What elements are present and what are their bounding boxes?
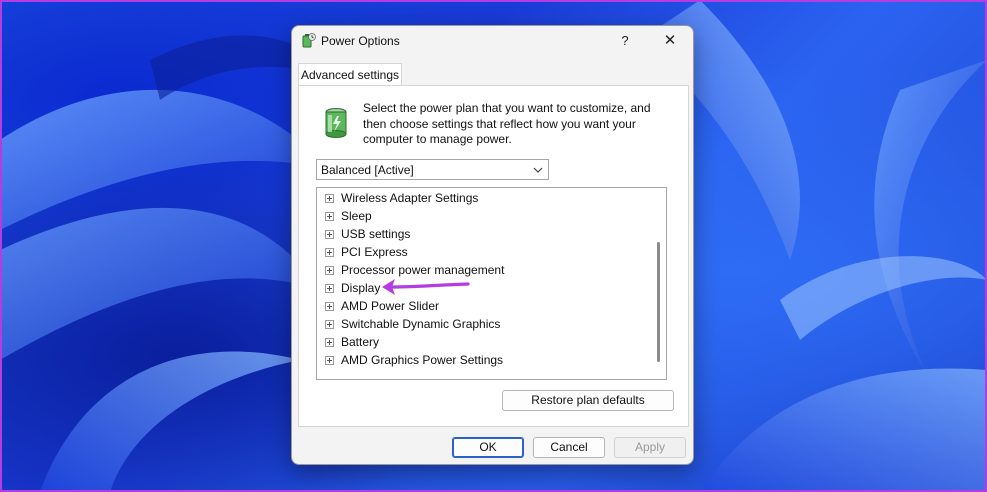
tree-item-usb-settings[interactable]: USB settings xyxy=(317,225,647,243)
tree-item-label: Switchable Dynamic Graphics xyxy=(341,317,501,331)
power-options-icon xyxy=(302,33,316,48)
tree-item-display[interactable]: Display xyxy=(317,279,647,297)
plan-description: Select the power plan that you want to c… xyxy=(363,101,651,146)
tree-item-label: Wireless Adapter Settings xyxy=(341,191,479,205)
plan-select-value: Balanced [Active] xyxy=(321,163,414,177)
tree-item-processor-power[interactable]: Processor power management xyxy=(317,261,647,279)
expand-icon[interactable] xyxy=(325,338,334,347)
expand-icon[interactable] xyxy=(325,212,334,221)
cancel-button[interactable]: Cancel xyxy=(533,437,605,458)
close-button[interactable]: ✕ xyxy=(653,30,687,52)
power-plan-dropdown[interactable]: Balanced [Active] xyxy=(316,159,549,180)
restore-plan-defaults-button[interactable]: Restore plan defaults xyxy=(502,390,674,411)
apply-button[interactable]: Apply xyxy=(614,437,686,458)
chevron-down-icon xyxy=(533,167,543,173)
tree-item-label: USB settings xyxy=(341,227,411,241)
title-bar[interactable]: Power Options ? ✕ xyxy=(292,26,693,56)
window-title: Power Options xyxy=(321,34,400,48)
tree-item-wireless-adapter[interactable]: Wireless Adapter Settings xyxy=(317,189,647,207)
tree-item-label: Sleep xyxy=(341,209,372,223)
help-button[interactable]: ? xyxy=(610,30,640,52)
settings-tree: Wireless Adapter Settings Sleep USB sett… xyxy=(316,187,667,380)
tree-item-battery[interactable]: Battery xyxy=(317,333,647,351)
expand-icon[interactable] xyxy=(325,266,334,275)
tree-item-label: AMD Graphics Power Settings xyxy=(341,353,504,367)
ok-button[interactable]: OK xyxy=(452,437,524,458)
expand-icon[interactable] xyxy=(325,356,334,365)
power-options-dialog: Power Options ? ✕ Advanced settings Sele… xyxy=(291,25,694,465)
expand-icon[interactable] xyxy=(325,284,334,293)
tree-item-sleep[interactable]: Sleep xyxy=(317,207,647,225)
expand-icon[interactable] xyxy=(325,248,334,257)
tree-item-label: Display xyxy=(341,281,381,295)
tree-item-label: PCI Express xyxy=(341,245,408,259)
tree-scrollbar[interactable] xyxy=(651,188,666,379)
tree-item-pci-express[interactable]: PCI Express xyxy=(317,243,647,261)
expand-icon[interactable] xyxy=(325,230,334,239)
expand-icon[interactable] xyxy=(325,194,334,203)
annotation-arrow-icon xyxy=(382,279,470,295)
tree-item-label: Processor power management xyxy=(341,263,505,277)
battery-plan-icon xyxy=(325,108,347,138)
tree-item-amd-graphics-power[interactable]: AMD Graphics Power Settings xyxy=(317,351,647,369)
tree-item-label: AMD Power Slider xyxy=(341,299,440,313)
advanced-settings-panel: Select the power plan that you want to c… xyxy=(298,85,689,427)
tab-advanced-settings[interactable]: Advanced settings xyxy=(298,63,402,86)
tree-item-amd-power-slider[interactable]: AMD Power Slider xyxy=(317,297,647,315)
tree-item-switchable-graphics[interactable]: Switchable Dynamic Graphics xyxy=(317,315,647,333)
scroll-thumb[interactable] xyxy=(657,242,660,362)
expand-icon[interactable] xyxy=(325,302,334,311)
tree-item-label: Battery xyxy=(341,335,380,349)
expand-icon[interactable] xyxy=(325,320,334,329)
